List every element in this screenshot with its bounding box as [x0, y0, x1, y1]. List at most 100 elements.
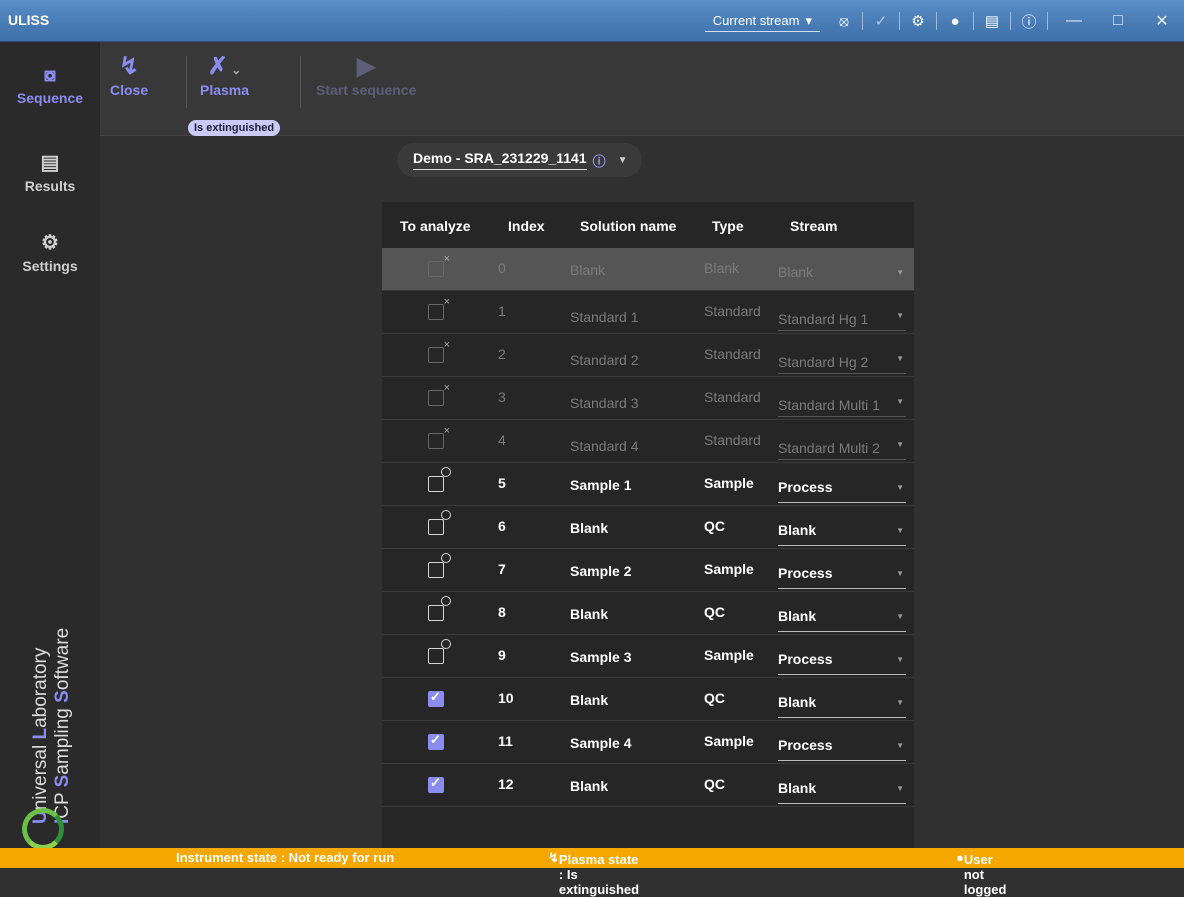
sequence-select[interactable]: Demo - SRA_231229_1141 ⓘ ▼	[397, 143, 642, 177]
column-header: Index	[508, 218, 545, 234]
table-row[interactable]: × 4 Standard 4 Standard Standard Multi 2 ▼	[382, 420, 914, 463]
row-index: 12	[498, 776, 514, 792]
close-window-button[interactable]: ✕	[1140, 7, 1184, 35]
analyze-checkbox[interactable]: ×	[428, 425, 450, 449]
analyze-checkbox[interactable]: ×	[428, 339, 450, 363]
solution-type: QC	[704, 776, 725, 792]
separator	[936, 12, 937, 30]
stream-value: Blank	[778, 694, 817, 710]
stream-select[interactable]: Process ▼	[778, 479, 906, 503]
check-circle-icon[interactable]: ✓	[867, 7, 895, 35]
stream-select[interactable]: Blank ▼	[778, 694, 906, 718]
maximize-button[interactable]: □	[1096, 7, 1140, 35]
row-index: 11	[498, 733, 513, 749]
table-row[interactable]: 7 Sample 2 Sample Process ▼	[382, 549, 914, 592]
stream-select[interactable]: Process ▼	[778, 737, 906, 761]
solution-type: Sample	[704, 733, 754, 749]
row-index: 8	[498, 604, 506, 620]
solution-type: Standard	[704, 303, 761, 319]
analyze-checkbox[interactable]	[428, 467, 451, 492]
table-row[interactable]: 11 Sample 4 Sample Process ▼	[382, 721, 914, 764]
stream-select[interactable]: Standard Hg 1 ▼	[778, 307, 906, 331]
close-button[interactable]: ↯ Close	[110, 52, 148, 98]
stream-select[interactable]: Blank ▼	[778, 264, 906, 288]
table-row[interactable]: 10 Blank QC Blank ▼	[382, 678, 914, 721]
solution-name: Blank	[570, 692, 609, 708]
analyze-checkbox[interactable]	[428, 775, 444, 793]
solution-type: Sample	[704, 561, 754, 577]
table-row[interactable]: 12 Blank QC Blank ▼	[382, 764, 914, 807]
instrument-state: Instrument state : Not ready for run	[176, 850, 395, 865]
stream-select[interactable]: Standard Hg 2 ▼	[778, 350, 906, 374]
sidebar-item-settings[interactable]: ⚙ Settings	[0, 230, 100, 274]
stream-select[interactable]: Blank ▼	[778, 608, 906, 632]
stream-value: Blank	[778, 608, 817, 624]
chevron-down-icon: ▼	[896, 268, 904, 277]
analyze-checkbox[interactable]: ×	[428, 253, 450, 277]
table-row[interactable]: 9 Sample 3 Sample Process ▼	[382, 635, 914, 678]
user-icon[interactable]: ●	[941, 7, 969, 35]
stream-select[interactable]: Blank ▼	[778, 780, 906, 804]
chevron-down-icon: ▼	[896, 354, 904, 363]
solution-name: Sample 1	[570, 477, 632, 493]
plasma-button[interactable]: ✗ ⌄ Plasma	[200, 52, 249, 98]
solution-name: Standard 1	[570, 309, 639, 325]
stream-value: Blank	[778, 522, 817, 538]
current-stream-select[interactable]: Current stream ▾	[704, 10, 820, 32]
analyze-checkbox[interactable]	[428, 553, 451, 578]
stream-value: Standard Multi 2	[778, 440, 880, 456]
analyze-checkbox[interactable]	[428, 639, 451, 664]
analyze-checkbox[interactable]	[428, 596, 451, 621]
close-label: Close	[110, 82, 149, 98]
row-index: 5	[498, 475, 506, 491]
chevron-down-icon: ▼	[617, 154, 628, 166]
analyze-checkbox[interactable]: ×	[428, 382, 450, 406]
stream-select[interactable]: Process ▼	[778, 565, 906, 589]
gear-icon[interactable]: ⚙	[904, 7, 932, 35]
table-row[interactable]: × 1 Standard 1 Standard Standard Hg 1 ▼	[382, 291, 914, 334]
table-row[interactable]: × 0 Blank Blank Blank ▼	[382, 248, 914, 291]
table-row[interactable]: 6 Blank QC Blank ▼	[382, 506, 914, 549]
info-icon[interactable]: ⓘ	[1015, 7, 1043, 35]
solution-type: Sample	[704, 475, 754, 491]
stream-select[interactable]: Blank ▼	[778, 522, 906, 546]
x-icon: ×	[443, 253, 450, 265]
info-icon[interactable]: ⓘ	[593, 151, 606, 170]
table-row[interactable]: 5 Sample 1 Sample Process ▼	[382, 463, 914, 506]
minimize-button[interactable]: —	[1052, 7, 1096, 35]
separator	[899, 12, 900, 30]
chevron-down-icon: ▼	[896, 397, 904, 406]
tagline-initial: S	[52, 690, 73, 703]
eye-off-icon[interactable]: ⦻	[830, 7, 858, 35]
row-index: 7	[498, 561, 506, 577]
stream-select[interactable]: Standard Multi 1 ▼	[778, 393, 906, 417]
analyze-checkbox[interactable]	[428, 732, 444, 750]
row-index: 10	[498, 690, 514, 706]
table-row[interactable]: × 2 Standard 2 Standard Standard Hg 2 ▼	[382, 334, 914, 377]
stream-value: Blank	[778, 264, 814, 280]
solution-name: Blank	[570, 262, 606, 278]
start-sequence-button[interactable]: ▶ Start sequence	[316, 52, 416, 98]
sidebar-item-sequence[interactable]: ⧇ Sequence	[0, 64, 100, 106]
sidebar-item-label: Results	[24, 178, 76, 194]
clock-icon	[441, 553, 451, 563]
chevron-down-icon: ▼	[896, 612, 904, 621]
analyze-checkbox[interactable]	[428, 689, 444, 707]
stream-select[interactable]: Process ▼	[778, 651, 906, 675]
solution-name: Blank	[570, 520, 609, 536]
analyze-checkbox[interactable]: ×	[428, 296, 450, 320]
analyze-checkbox[interactable]	[428, 510, 451, 535]
table-row[interactable]: 8 Blank QC Blank ▼	[382, 592, 914, 635]
table-row[interactable]: × 3 Standard 3 Standard Standard Multi 1 ▼	[382, 377, 914, 420]
sidebar-item-results[interactable]: ▤ Results	[0, 150, 100, 194]
column-header: To analyze	[400, 218, 471, 234]
library-icon[interactable]: ▤	[978, 7, 1006, 35]
separator	[1010, 12, 1011, 30]
stream-value: Standard Hg 2	[778, 354, 869, 370]
app-logo	[22, 808, 64, 850]
chevron-down-icon: ▼	[896, 440, 904, 449]
sequence-table: To analyze Index Solution name Type Stre…	[382, 202, 914, 848]
stream-select[interactable]: Standard Multi 2 ▼	[778, 436, 906, 460]
row-index: 9	[498, 647, 506, 663]
plasma-status-badge: Is extinguished	[188, 120, 281, 136]
